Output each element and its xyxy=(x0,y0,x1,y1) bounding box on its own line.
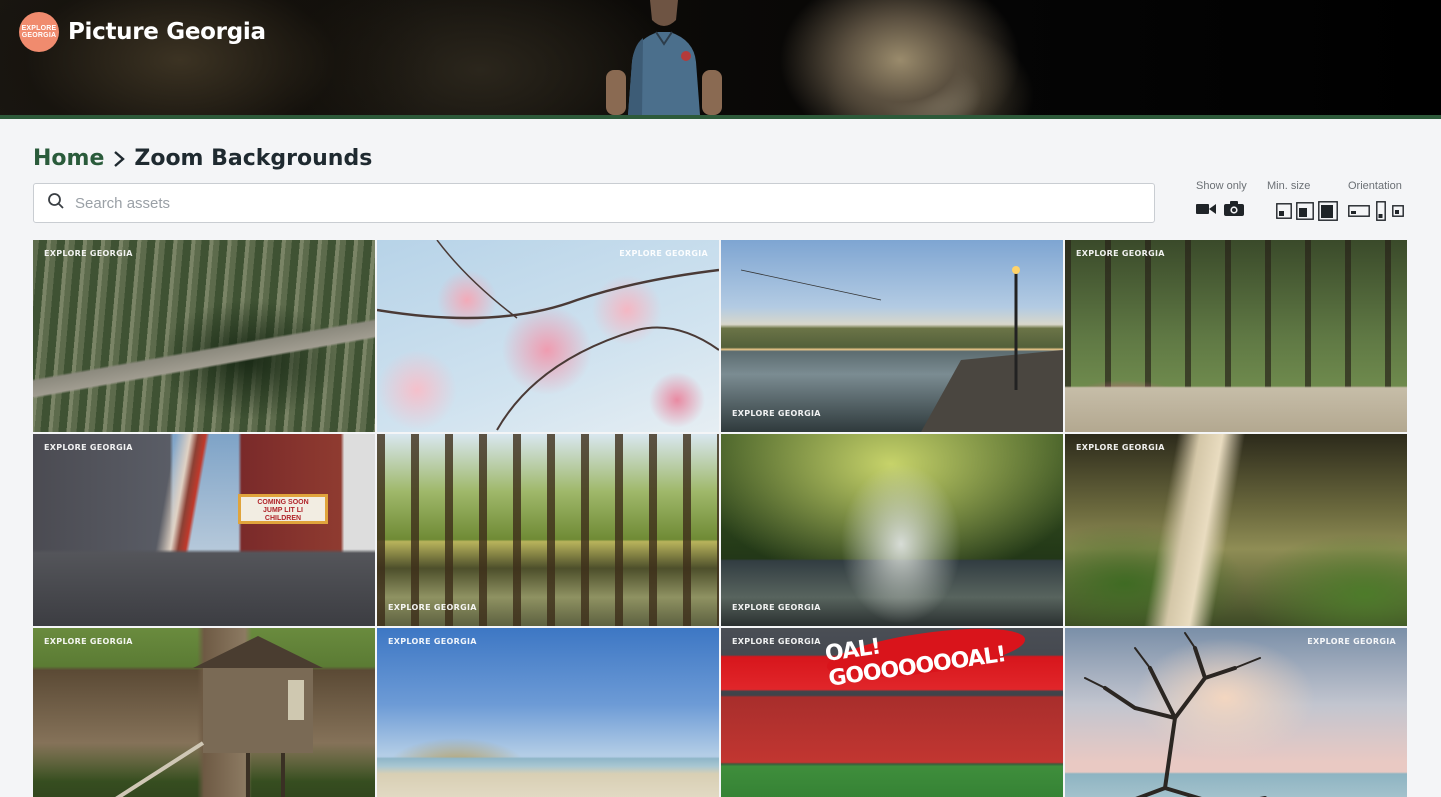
min-size-filter: Min. size xyxy=(1267,180,1338,221)
search-input[interactable] xyxy=(75,194,1135,212)
square-icon[interactable] xyxy=(1392,205,1404,217)
camera-icon[interactable] xyxy=(1224,201,1244,216)
brand-title[interactable]: Picture Georgia xyxy=(68,19,266,45)
show-only-label: Show only xyxy=(1196,180,1247,192)
logo-text-line2: GEORGIA xyxy=(21,32,57,39)
asset-tile-forest-waterfall[interactable]: EXPLORE GEORGIA xyxy=(721,434,1063,626)
theater-marquee: COMING SOON JUMP LIT LI CHILDREN xyxy=(238,494,328,524)
explore-georgia-watermark: EXPLORE GEORGIA xyxy=(732,409,821,418)
orientation-filter: Orientation xyxy=(1348,180,1404,221)
asset-tile-swamp-boardwalk[interactable]: EXPLORE GEORGIA xyxy=(33,240,375,432)
marquee-line2: JUMP LIT LI xyxy=(263,507,303,514)
asset-tile-live-oak-trail[interactable]: EXPLORE GEORGIA xyxy=(1065,434,1407,626)
driftwood-tree-illustration xyxy=(1084,632,1267,797)
medium-size-icon[interactable] xyxy=(1296,202,1314,220)
branch-illustration xyxy=(377,240,719,431)
header-banner: EXPLORE GEORGIA Picture Georgia xyxy=(0,0,1441,119)
chevron-right-icon xyxy=(112,150,126,168)
asset-tile-beach-dunes[interactable]: EXPLORE GEORGIA xyxy=(377,628,719,797)
search-bar[interactable] xyxy=(33,183,1155,223)
search-icon xyxy=(47,192,65,215)
portrait-icon[interactable] xyxy=(1376,201,1386,221)
asset-tile-cherry-blossoms[interactable]: EXPLORE GEORGIA xyxy=(377,240,719,432)
explore-georgia-watermark: EXPLORE GEORGIA xyxy=(732,637,821,646)
large-size-icon[interactable] xyxy=(1318,201,1338,221)
page-title: Zoom Backgrounds xyxy=(134,146,373,171)
video-icon[interactable] xyxy=(1196,203,1216,215)
show-only-filter: Show only xyxy=(1196,180,1247,216)
explore-georgia-watermark: EXPLORE GEORGIA xyxy=(732,603,821,612)
explore-georgia-watermark: EXPLORE GEORGIA xyxy=(44,443,133,452)
explore-georgia-watermark: EXPLORE GEORGIA xyxy=(388,637,477,646)
explore-georgia-watermark: EXPLORE GEORGIA xyxy=(1076,249,1165,258)
banner-person-illustration xyxy=(606,0,722,115)
treehouse-illustration xyxy=(115,636,323,797)
asset-tile-riverfront-zipline[interactable]: EXPLORE GEORGIA xyxy=(721,240,1063,432)
brand[interactable]: EXPLORE GEORGIA Picture Georgia xyxy=(19,12,266,52)
asset-tile-theatre-street[interactable]: COMING SOON JUMP LIT LI CHILDREN EXPLORE… xyxy=(33,434,375,626)
explore-georgia-watermark: EXPLORE GEORGIA xyxy=(1076,443,1165,452)
asset-tile-treehouse[interactable]: EXPLORE GEORGIA xyxy=(33,628,375,797)
riverwalk-illustration xyxy=(740,266,1063,432)
asset-tile-driftwood-beach[interactable]: EXPLORE GEORGIA xyxy=(1065,628,1407,797)
explore-georgia-watermark: EXPLORE GEORGIA xyxy=(619,249,708,258)
marquee-line3: CHILDREN xyxy=(264,515,302,522)
asset-tile-stadium[interactable]: OAL! GOOOOOOOAL! EXPLORE GEORGIA xyxy=(721,628,1063,797)
explore-georgia-logo[interactable]: EXPLORE GEORGIA xyxy=(19,12,59,52)
explore-georgia-watermark: EXPLORE GEORGIA xyxy=(1307,637,1396,646)
small-size-icon[interactable] xyxy=(1276,203,1292,219)
marquee-line1: COMING SOON xyxy=(257,499,309,506)
breadcrumb-home-link[interactable]: Home xyxy=(33,146,104,171)
min-size-label: Min. size xyxy=(1267,180,1311,192)
asset-tile-oak-avenue-park[interactable]: EXPLORE GEORGIA xyxy=(1065,240,1407,432)
explore-georgia-watermark: EXPLORE GEORGIA xyxy=(44,637,133,646)
explore-georgia-watermark: EXPLORE GEORGIA xyxy=(388,603,477,612)
breadcrumb: Home Zoom Backgrounds xyxy=(33,146,372,171)
filters-panel: Show only Min. size Orientation xyxy=(1194,180,1412,225)
stadium-banner: OAL! GOOOOOOOAL! xyxy=(823,628,1028,692)
logo-text-line1: EXPLORE xyxy=(21,25,57,32)
landscape-icon[interactable] xyxy=(1348,205,1370,217)
asset-tile-cypress-lake[interactable]: EXPLORE GEORGIA xyxy=(377,434,719,626)
orientation-label: Orientation xyxy=(1348,180,1402,192)
asset-grid: EXPLORE GEORGIA EXPLORE GEORGIA EXPLORE … xyxy=(33,240,1407,797)
explore-georgia-watermark: EXPLORE GEORGIA xyxy=(44,249,133,258)
